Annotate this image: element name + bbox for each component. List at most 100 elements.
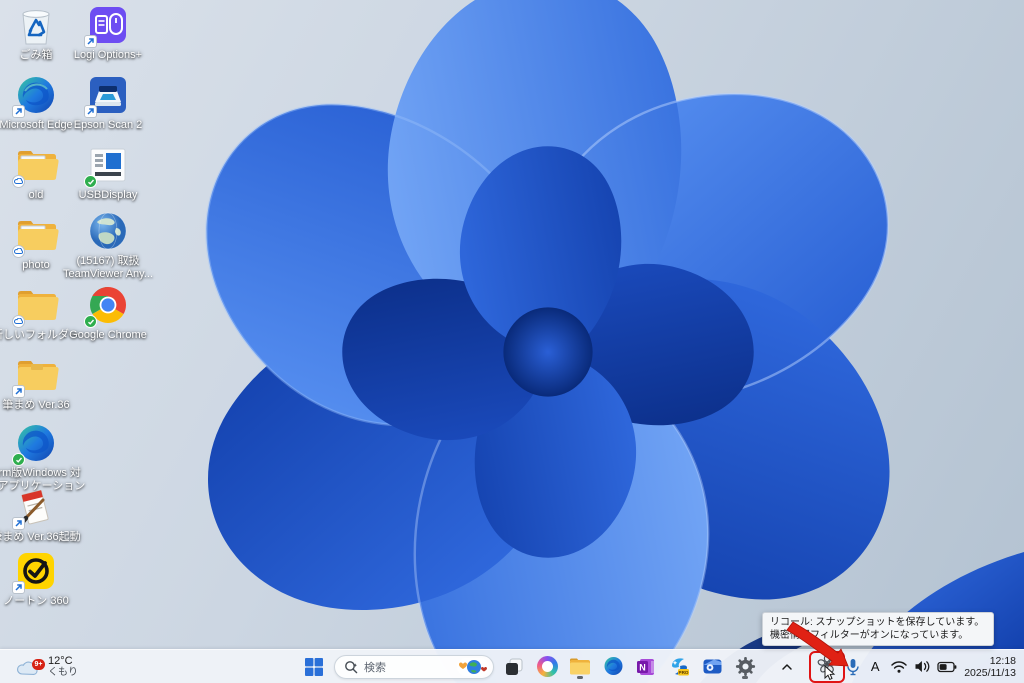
edge-icon	[15, 424, 57, 464]
desktop-icon-label: 新しいフォルダー	[0, 329, 80, 342]
desktop-icon-usbdisplay[interactable]: USBDisplay	[76, 146, 140, 202]
desktop-icon-epson-scan[interactable]: Epson Scan 2	[76, 76, 140, 132]
onedrive-cloud-icon	[12, 315, 25, 328]
desktop-icon-label: Logi Options+	[74, 49, 142, 62]
desktop-icon-google-chrome[interactable]: Google Chrome	[76, 286, 140, 342]
desktop-icon-fudemame-launch[interactable]: 筆まめ Ver.36起動	[4, 488, 68, 544]
desktop-icon-fudemame-folder[interactable]: 筆まめ Ver.36	[4, 356, 68, 412]
settings-button[interactable]	[732, 654, 758, 680]
microphone-icon	[846, 658, 860, 676]
copilot-button[interactable]	[534, 654, 560, 680]
desktop-icon-label: ごみ箱	[20, 49, 53, 62]
svg-text:N: N	[639, 662, 646, 672]
search-box[interactable]: 検索	[334, 655, 494, 679]
shortcut-arrow-icon	[12, 105, 25, 118]
desktop-icon-label: 筆まめ Ver.36	[2, 399, 69, 412]
folder-icon	[15, 356, 57, 396]
copilot-icon	[537, 656, 558, 677]
search-icon	[344, 660, 358, 674]
globe-icon	[87, 212, 129, 252]
sync-check-icon	[84, 315, 97, 328]
file-explorer-button[interactable]	[567, 654, 593, 680]
settings-gear-icon	[735, 656, 756, 677]
speaker-icon	[914, 659, 931, 674]
desktop-icon-label-line2: TeamViewer Any...	[63, 268, 153, 281]
windows-logo-icon	[304, 657, 324, 677]
desktop-icon-label: Arm版Windows 対	[0, 467, 81, 480]
desktop-icon-new-folder[interactable]: 新しいフォルダー	[4, 286, 68, 342]
ime-mode-indicator[interactable]: A	[863, 653, 887, 681]
windows-desktop: ごみ箱 Logi Options+	[0, 0, 1024, 683]
wallpaper-bloom	[0, 0, 1024, 683]
pro-app-button[interactable]: PRO	[666, 654, 692, 680]
folder-icon	[15, 216, 57, 256]
desktop-icon-label: 筆まめ Ver.36起動	[0, 531, 81, 544]
folder-icon	[15, 146, 57, 186]
task-view-button[interactable]	[501, 654, 527, 680]
desktop-icon-recycle-bin[interactable]: ごみ箱	[4, 6, 68, 62]
desktop-icon-teamviewer[interactable]: (15167) 取扱 TeamViewer Any...	[76, 212, 140, 281]
desktop-icon-logi-options[interactable]: Logi Options+	[76, 6, 140, 62]
usbdisplay-icon	[87, 146, 129, 186]
recycle-bin-icon	[15, 6, 57, 46]
onenote-button[interactable]: N	[633, 654, 659, 680]
search-highlight-art	[457, 658, 489, 676]
onedrive-cloud-icon	[12, 175, 25, 188]
desktop-icon-microsoft-edge[interactable]: Microsoft Edge	[4, 76, 68, 132]
edge-taskbar-button[interactable]	[600, 654, 626, 680]
desktop-icon-label: USBDisplay	[79, 189, 138, 202]
desktop-icon-label: photo	[22, 259, 50, 272]
desktop-icon-label: ノートン 360	[3, 595, 68, 608]
recall-tray-button[interactable]	[811, 653, 843, 681]
taskbar: 9+ 12°C くもり	[0, 649, 1024, 683]
desktop-icon-label: old	[29, 189, 44, 202]
clock[interactable]: 12:18 2025/11/13	[964, 655, 1020, 679]
logi-options-icon	[87, 6, 129, 46]
microphone-tray-button[interactable]	[843, 653, 863, 681]
svg-text:PRO: PRO	[678, 670, 688, 675]
pro-app-icon: PRO	[669, 656, 690, 677]
wifi-tray-button[interactable]	[887, 653, 911, 681]
desktop-icon-norton-360[interactable]: ノートン 360	[4, 552, 68, 608]
hidden-icons-button[interactable]	[777, 653, 797, 681]
epson-scan-icon	[87, 76, 129, 116]
annotation-arrow	[0, 0, 1024, 683]
running-indicator	[577, 676, 583, 679]
desktop-icon-label: Google Chrome	[69, 329, 147, 342]
recall-tooltip-line1: リコール: スナップショットを保存しています。	[770, 616, 986, 629]
desktop-icon-old-folder[interactable]: old	[4, 146, 68, 202]
shortcut-arrow-icon	[12, 517, 25, 530]
chevron-up-icon	[780, 662, 794, 672]
battery-icon	[937, 661, 957, 673]
shortcut-arrow-icon	[12, 581, 25, 594]
shortcut-arrow-icon	[12, 385, 25, 398]
chrome-icon	[87, 286, 129, 326]
weather-temp: 12°C	[48, 655, 78, 667]
battery-tray-button[interactable]	[934, 653, 960, 681]
desktop-icon-label: Epson Scan 2	[74, 119, 143, 132]
desktop-icon-photo-folder[interactable]: photo	[4, 216, 68, 272]
sync-check-icon	[84, 175, 97, 188]
weather-condition: くもり	[48, 667, 78, 678]
file-explorer-icon	[569, 657, 591, 676]
desktop-icon-label: Microsoft Edge	[0, 119, 73, 132]
weather-widget[interactable]: 9+ 12°C くもり	[10, 650, 84, 683]
start-button[interactable]	[301, 654, 327, 680]
onenote-icon: N	[636, 657, 656, 677]
norton-icon	[15, 552, 57, 592]
recall-snapshot-icon	[815, 654, 839, 680]
task-view-icon	[504, 657, 524, 677]
weather-alert-badge: 9+	[32, 659, 45, 670]
recall-tooltip-line2: 機密情報フィルターがオンになっています。	[770, 629, 986, 642]
shortcut-arrow-icon	[84, 105, 97, 118]
volume-tray-button[interactable]	[911, 653, 934, 681]
tray-time: 12:18	[964, 655, 1016, 667]
wifi-icon	[890, 660, 908, 674]
tray-date: 2025/11/13	[964, 667, 1016, 679]
shortcut-arrow-icon	[84, 35, 97, 48]
desktop-icon-label: (15167) 取扱	[77, 255, 140, 268]
desktop-icon-arm-windows-apps[interactable]: Arm版Windows 対 応アプリケーション	[4, 424, 68, 493]
postcard-icon	[15, 488, 57, 528]
edge-icon	[603, 656, 624, 677]
wallet-app-button[interactable]	[699, 654, 725, 680]
